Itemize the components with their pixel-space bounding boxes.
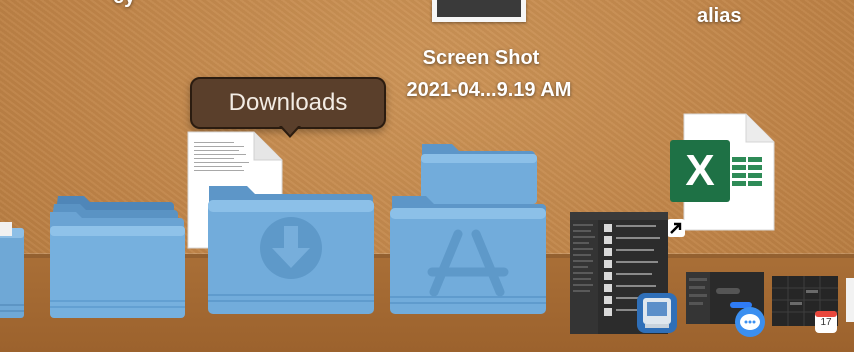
dock-tooltip: Downloads: [190, 77, 386, 129]
folder-stack-icon[interactable]: [48, 190, 188, 320]
alias-label[interactable]: alias: [697, 5, 741, 28]
app-store-glyph-icon: [430, 230, 510, 294]
mac-app-badge-icon: [637, 293, 677, 333]
download-arrow-icon: [271, 228, 313, 270]
desktop-item-label-partial[interactable]: ey: [113, 0, 135, 9]
folder-icon-partial[interactable]: [0, 222, 26, 322]
excel-letter: X: [685, 146, 715, 195]
alias-arrow-icon: [667, 219, 685, 237]
messages-badge-icon: [735, 307, 765, 337]
screenshot-thumbnail[interactable]: [432, 0, 526, 22]
partial-window-thumbnail[interactable]: [846, 278, 854, 322]
tooltip-text: Downloads: [228, 89, 348, 116]
screenshot-label-line1[interactable]: Screen Shot: [406, 47, 556, 70]
calendar-day: 17: [820, 317, 832, 328]
screenshot-label-line2[interactable]: 2021-04...9.19 AM: [384, 79, 594, 102]
